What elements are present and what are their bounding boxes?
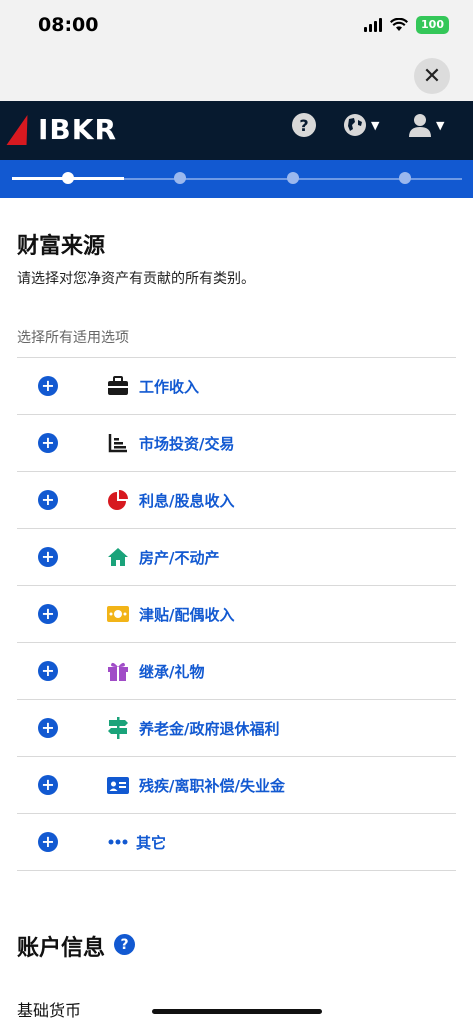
list-item-other[interactable]: + 其它 xyxy=(17,813,456,871)
chart-icon xyxy=(107,432,129,454)
add-icon[interactable]: + xyxy=(38,718,58,738)
source-label: 继承/礼物 xyxy=(139,662,205,681)
help-icon: ? xyxy=(292,113,316,137)
add-icon[interactable]: + xyxy=(38,661,58,681)
home-indicator[interactable] xyxy=(152,1009,322,1014)
source-label: 房产/不动产 xyxy=(139,548,220,567)
ibkr-logo: IBKR xyxy=(6,113,118,146)
step-dot-1 xyxy=(62,172,74,184)
battery-indicator: 100 xyxy=(416,16,449,34)
base-currency-label: 基础货币 xyxy=(17,1001,82,1020)
logo-text: IBKR xyxy=(38,113,118,146)
list-item-employment-income[interactable]: + 工作收入 xyxy=(17,357,456,414)
pie-chart-icon xyxy=(107,489,129,511)
source-label: 工作收入 xyxy=(139,377,200,396)
language-button[interactable]: ▼ xyxy=(343,113,379,137)
money-icon xyxy=(107,603,129,625)
source-label: 其它 xyxy=(136,833,167,852)
step-dot-4 xyxy=(399,172,411,184)
source-label: 市场投资/交易 xyxy=(139,434,235,453)
wealth-source-list: + 工作收入 + 市场投资/交易 + 利息/股息收入 + 房产/不动产 + 津贴… xyxy=(17,357,456,871)
ellipsis-icon xyxy=(107,831,129,853)
list-item-pension[interactable]: + 养老金/政府退休福利 xyxy=(17,699,456,756)
briefcase-icon xyxy=(107,375,129,397)
add-icon[interactable]: + xyxy=(38,376,58,396)
account-info-title: 账户信息 xyxy=(17,936,106,961)
select-hint: 选择所有适用选项 xyxy=(17,330,129,346)
add-icon[interactable]: + xyxy=(38,547,58,567)
list-item-inheritance-gift[interactable]: + 继承/礼物 xyxy=(17,642,456,699)
step-dot-2 xyxy=(174,172,186,184)
help-icon[interactable]: ? xyxy=(114,934,135,955)
user-menu-button[interactable]: ▼ xyxy=(408,113,444,137)
add-icon[interactable]: + xyxy=(38,832,58,852)
app-header: IBKR ? ▼ ▼ xyxy=(0,101,473,160)
list-item-real-estate[interactable]: + 房产/不动产 xyxy=(17,528,456,585)
list-item-disability-severance[interactable]: + 残疾/离职补偿/失业金 xyxy=(17,756,456,813)
source-label: 养老金/政府退休福利 xyxy=(139,719,280,738)
list-item-market-trading[interactable]: + 市场投资/交易 xyxy=(17,414,456,471)
wifi-icon xyxy=(390,18,409,31)
add-icon[interactable]: + xyxy=(38,775,58,795)
house-icon xyxy=(107,546,129,568)
signal-icon xyxy=(364,18,383,32)
progress-stepper xyxy=(0,160,473,198)
add-icon[interactable]: + xyxy=(38,604,58,624)
add-icon[interactable]: + xyxy=(38,433,58,453)
gift-icon xyxy=(107,660,129,682)
page-subtitle: 请选择对您净资产有贡献的所有类别。 xyxy=(17,271,255,287)
chevron-down-icon: ▼ xyxy=(436,118,445,132)
page-title: 财富来源 xyxy=(17,234,106,259)
logo-mark-icon xyxy=(6,114,38,145)
source-label: 利息/股息收入 xyxy=(139,491,235,510)
source-label: 津贴/配偶收入 xyxy=(139,605,235,624)
status-bar: 08:00 100 ✕ xyxy=(0,0,473,101)
close-button[interactable]: ✕ xyxy=(414,58,450,94)
help-button[interactable]: ? xyxy=(292,113,316,137)
globe-icon xyxy=(344,114,366,136)
user-icon xyxy=(409,114,431,137)
add-icon[interactable]: + xyxy=(38,490,58,510)
chevron-down-icon: ▼ xyxy=(371,118,380,132)
signpost-icon xyxy=(107,717,129,739)
id-card-icon xyxy=(107,774,129,796)
list-item-interest-dividend[interactable]: + 利息/股息收入 xyxy=(17,471,456,528)
status-icons: 100 xyxy=(364,16,449,34)
status-time: 08:00 xyxy=(38,14,99,36)
step-dot-3 xyxy=(287,172,299,184)
list-item-allowance-spousal[interactable]: + 津贴/配偶收入 xyxy=(17,585,456,642)
source-label: 残疾/离职补偿/失业金 xyxy=(139,776,285,795)
